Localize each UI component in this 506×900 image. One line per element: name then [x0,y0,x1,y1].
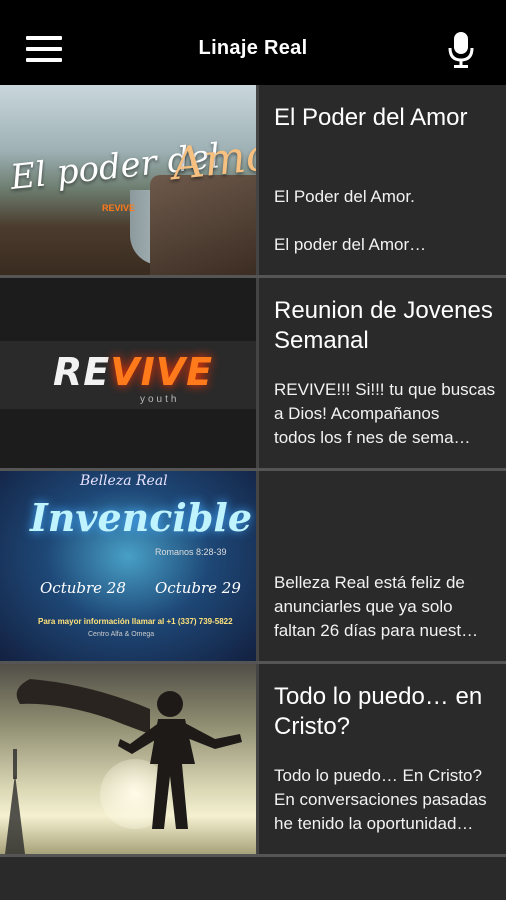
post-list: El poder del Amor REVIVE El Poder del Am… [0,85,506,857]
post-title: Todo lo puedo… en Cristo? [274,683,483,740]
post-thumbnail: REVIVE youth [0,278,259,468]
post-thumbnail: Belleza Real Invencible Romanos 8:28-39 … [0,471,259,661]
thumbnail-date: Octubre 28 [40,579,126,597]
post-title: Reunion de Jovenes Semanal [274,297,493,354]
post-excerpt: El Poder del Amor. El poder del Amor… [274,185,496,257]
post-content: Todo lo puedo… en Cristo? Todo lo puedo…… [259,664,506,854]
thumbnail-place: Centro Alfa & Omega [88,631,155,638]
thumbnail-verse: Romanos 8:28-39 [155,547,227,557]
post-item[interactable]: Todo lo puedo… en Cristo? Todo lo puedo…… [0,664,506,857]
excerpt-line [274,209,496,233]
post-item[interactable]: El poder del Amor REVIVE El Poder del Am… [0,85,506,278]
thumbnail-logo-text: REVIVE [53,350,214,394]
app-bar: Linaje Real [0,0,506,85]
post-thumbnail [0,664,259,854]
thumbnail-date: Octubre 29 [155,579,241,597]
excerpt-line: anunciarles que ya solo [274,597,453,616]
thumbnail-tag: REVIVE [102,203,136,213]
post-excerpt: Todo lo puedo… En Cristo? En conversacio… [274,764,496,836]
excerpt-line: En conversaciones pasadas [274,790,487,809]
post-content: El Poder del Amor El Poder del Amor. El … [259,85,506,275]
thumbnail-info: Para mayor información llamar al +1 (337… [38,617,233,626]
excerpt-line: he tenido la oportunidad… [274,814,474,833]
thumbnail-subtext: youth [140,394,180,405]
post-excerpt: Belleza Real está feliz de anunciarles q… [274,571,496,643]
excerpt-line: Todo lo puedo… En Cristo? [274,766,482,785]
excerpt-line: Belleza Real está feliz de [274,573,465,592]
excerpt-line: todos los f nes de sema… [274,428,471,447]
thumbnail-headline: Invencible [30,495,253,540]
post-thumbnail: El poder del Amor REVIVE [0,85,259,275]
post-excerpt: REVIVE!!! Si!!! tu que buscas a Dios! Ac… [274,378,496,450]
thumbnail-script-text: Amor [169,126,259,191]
post-item[interactable]: REVIVE youth Reunion de Jovenes Semanal … [0,278,506,471]
superhero-silhouette-image [5,679,242,854]
excerpt-line: a Dios! Acompañanos [274,404,440,423]
excerpt-line: El Poder del Amor. [274,187,415,206]
post-title: El Poder del Amor [274,104,468,131]
excerpt-line: REVIVE!!! Si!!! tu que buscas [274,380,496,399]
excerpt-line: El poder del Amor… [274,235,427,254]
excerpt-line: faltan 26 días para nuest… [274,621,479,640]
thumbnail-brand: Belleza Real [80,473,168,489]
app-title: Linaje Real [198,37,308,59]
hamburger-menu-icon[interactable] [26,36,62,68]
microphone-icon[interactable] [446,30,476,70]
post-content: Reunion de Jovenes Semanal REVIVE!!! Si!… [259,278,506,468]
post-content: Belleza Real está feliz de anunciarles q… [259,471,506,661]
post-item[interactable]: Belleza Real Invencible Romanos 8:28-39 … [0,471,506,664]
